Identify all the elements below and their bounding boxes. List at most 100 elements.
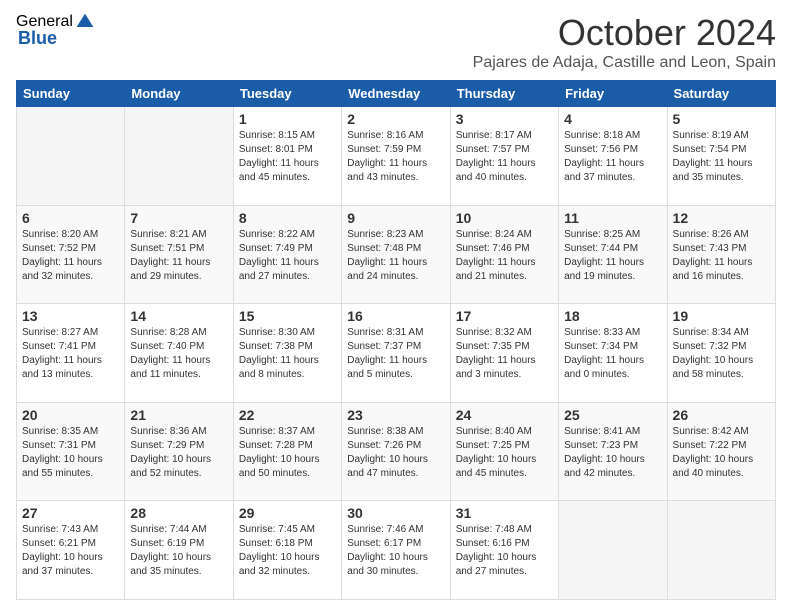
day-info: Sunrise: 7:46 AM Sunset: 6:17 PM Dayligh… <box>347 523 444 579</box>
day-info: Sunrise: 8:16 AM Sunset: 7:59 PM Dayligh… <box>347 129 444 185</box>
calendar-week-row: 27 Sunrise: 7:43 AM Sunset: 6:21 PM Dayli… <box>17 501 776 600</box>
calendar-cell: 15Sunrise: 8:30 AM Sunset: 7:38 PM Dayli… <box>233 304 341 403</box>
day-number: 13 <box>22 308 119 324</box>
day-info: Sunrise: 8:17 AM Sunset: 7:57 PM Dayligh… <box>456 129 553 185</box>
calendar-week-row: 1 Sunrise: 8:15 AM Sunset: 8:01 PM Daylig… <box>17 107 776 206</box>
weekday-header-saturday: Saturday <box>667 81 775 107</box>
day-number: 23 <box>347 407 444 423</box>
day-number: 30 <box>347 505 444 521</box>
calendar-cell: 4 Sunrise: 8:18 AM Sunset: 7:56 PM Daylig… <box>559 107 667 206</box>
day-number: 8 <box>239 210 336 226</box>
calendar-week-row: 13 Sunrise: 8:27 AM Sunset: 7:41 PM Dayli… <box>17 304 776 403</box>
day-number: 2 <box>347 111 444 127</box>
day-info: Sunrise: 8:20 AM Sunset: 7:52 PM Dayligh… <box>22 228 119 284</box>
day-info: Sunrise: 8:38 AM Sunset: 7:26 PM Dayligh… <box>347 425 444 481</box>
calendar-cell: 12Sunrise: 8:26 AM Sunset: 7:43 PM Dayli… <box>667 205 775 304</box>
weekday-header-friday: Friday <box>559 81 667 107</box>
calendar-cell: 30 Sunrise: 7:46 AM Sunset: 6:17 PM Dayli… <box>342 501 450 600</box>
weekday-header-sunday: Sunday <box>17 81 125 107</box>
calendar-cell: 22 Sunrise: 8:37 AM Sunset: 7:28 PM Dayli… <box>233 402 341 501</box>
day-info: Sunrise: 8:34 AM Sunset: 7:32 PM Dayligh… <box>673 326 770 382</box>
calendar-cell: 2 Sunrise: 8:16 AM Sunset: 7:59 PM Daylig… <box>342 107 450 206</box>
day-number: 22 <box>239 407 336 423</box>
calendar-cell: 31 Sunrise: 7:48 AM Sunset: 6:16 PM Dayli… <box>450 501 558 600</box>
day-number: 12 <box>673 210 770 226</box>
day-info: Sunrise: 8:25 AM Sunset: 7:44 PM Dayligh… <box>564 228 661 284</box>
page: General Blue October 2024 Pajares de Ada… <box>0 0 792 612</box>
calendar-cell: 17 Sunrise: 8:32 AM Sunset: 7:35 PM Dayli… <box>450 304 558 403</box>
day-number: 11 <box>564 210 661 226</box>
day-info: Sunrise: 8:28 AM Sunset: 7:40 PM Dayligh… <box>130 326 227 382</box>
day-info: Sunrise: 8:40 AM Sunset: 7:25 PM Dayligh… <box>456 425 553 481</box>
calendar-cell: 24 Sunrise: 8:40 AM Sunset: 7:25 PM Dayli… <box>450 402 558 501</box>
logo: General Blue <box>16 12 95 49</box>
day-number: 31 <box>456 505 553 521</box>
calendar-cell: 7Sunrise: 8:21 AM Sunset: 7:51 PM Daylig… <box>125 205 233 304</box>
day-info: Sunrise: 8:36 AM Sunset: 7:29 PM Dayligh… <box>130 425 227 481</box>
day-number: 18 <box>564 308 661 324</box>
day-number: 5 <box>673 111 770 127</box>
day-info: Sunrise: 8:22 AM Sunset: 7:49 PM Dayligh… <box>239 228 336 284</box>
calendar-cell: 6 Sunrise: 8:20 AM Sunset: 7:52 PM Daylig… <box>17 205 125 304</box>
calendar-cell: 5Sunrise: 8:19 AM Sunset: 7:54 PM Daylig… <box>667 107 775 206</box>
day-number: 28 <box>130 505 227 521</box>
calendar-cell: 1 Sunrise: 8:15 AM Sunset: 8:01 PM Daylig… <box>233 107 341 206</box>
calendar-cell: 26Sunrise: 8:42 AM Sunset: 7:22 PM Dayli… <box>667 402 775 501</box>
day-info: Sunrise: 8:35 AM Sunset: 7:31 PM Dayligh… <box>22 425 119 481</box>
day-number: 27 <box>22 505 119 521</box>
calendar-cell: 20 Sunrise: 8:35 AM Sunset: 7:31 PM Dayli… <box>17 402 125 501</box>
day-number: 29 <box>239 505 336 521</box>
day-info: Sunrise: 7:48 AM Sunset: 6:16 PM Dayligh… <box>456 523 553 579</box>
day-info: Sunrise: 8:24 AM Sunset: 7:46 PM Dayligh… <box>456 228 553 284</box>
day-info: Sunrise: 8:32 AM Sunset: 7:35 PM Dayligh… <box>456 326 553 382</box>
day-number: 19 <box>673 308 770 324</box>
calendar-cell: 23 Sunrise: 8:38 AM Sunset: 7:26 PM Dayli… <box>342 402 450 501</box>
weekday-header-monday: Monday <box>125 81 233 107</box>
calendar-cell <box>17 107 125 206</box>
day-number: 4 <box>564 111 661 127</box>
calendar-cell: 14 Sunrise: 8:28 AM Sunset: 7:40 PM Dayli… <box>125 304 233 403</box>
day-info: Sunrise: 7:44 AM Sunset: 6:19 PM Dayligh… <box>130 523 227 579</box>
calendar-table: SundayMondayTuesdayWednesdayThursdayFrid… <box>16 80 776 600</box>
logo-icon <box>75 12 95 32</box>
day-number: 7 <box>130 210 227 226</box>
day-info: Sunrise: 8:15 AM Sunset: 8:01 PM Dayligh… <box>239 129 336 185</box>
day-number: 16 <box>347 308 444 324</box>
day-number: 6 <box>22 210 119 226</box>
day-number: 24 <box>456 407 553 423</box>
day-number: 1 <box>239 111 336 127</box>
calendar-cell: 16 Sunrise: 8:31 AM Sunset: 7:37 PM Dayli… <box>342 304 450 403</box>
calendar-cell: 25 Sunrise: 8:41 AM Sunset: 7:23 PM Dayli… <box>559 402 667 501</box>
day-number: 25 <box>564 407 661 423</box>
weekday-header-thursday: Thursday <box>450 81 558 107</box>
location-subtitle: Pajares de Adaja, Castille and Leon, Spa… <box>473 54 776 72</box>
header: General Blue October 2024 Pajares de Ada… <box>16 12 776 72</box>
day-info: Sunrise: 8:41 AM Sunset: 7:23 PM Dayligh… <box>564 425 661 481</box>
calendar-cell: 27 Sunrise: 7:43 AM Sunset: 6:21 PM Dayli… <box>17 501 125 600</box>
calendar-cell: 29Sunrise: 7:45 AM Sunset: 6:18 PM Dayli… <box>233 501 341 600</box>
day-number: 20 <box>22 407 119 423</box>
day-number: 9 <box>347 210 444 226</box>
day-number: 15 <box>239 308 336 324</box>
logo-blue: Blue <box>18 28 57 49</box>
day-number: 3 <box>456 111 553 127</box>
day-number: 14 <box>130 308 227 324</box>
weekday-header-tuesday: Tuesday <box>233 81 341 107</box>
calendar-cell <box>559 501 667 600</box>
day-info: Sunrise: 7:43 AM Sunset: 6:21 PM Dayligh… <box>22 523 119 579</box>
calendar-week-row: 6 Sunrise: 8:20 AM Sunset: 7:52 PM Daylig… <box>17 205 776 304</box>
day-info: Sunrise: 8:37 AM Sunset: 7:28 PM Dayligh… <box>239 425 336 481</box>
calendar-cell: 3 Sunrise: 8:17 AM Sunset: 7:57 PM Daylig… <box>450 107 558 206</box>
day-info: Sunrise: 8:18 AM Sunset: 7:56 PM Dayligh… <box>564 129 661 185</box>
day-number: 10 <box>456 210 553 226</box>
day-info: Sunrise: 8:31 AM Sunset: 7:37 PM Dayligh… <box>347 326 444 382</box>
day-number: 17 <box>456 308 553 324</box>
day-number: 26 <box>673 407 770 423</box>
calendar-cell: 28 Sunrise: 7:44 AM Sunset: 6:19 PM Dayli… <box>125 501 233 600</box>
calendar-cell <box>667 501 775 600</box>
calendar-cell: 19 Sunrise: 8:34 AM Sunset: 7:32 PM Dayli… <box>667 304 775 403</box>
day-info: Sunrise: 8:23 AM Sunset: 7:48 PM Dayligh… <box>347 228 444 284</box>
calendar-cell: 11 Sunrise: 8:25 AM Sunset: 7:44 PM Dayli… <box>559 205 667 304</box>
day-number: 21 <box>130 407 227 423</box>
day-info: Sunrise: 8:27 AM Sunset: 7:41 PM Dayligh… <box>22 326 119 382</box>
